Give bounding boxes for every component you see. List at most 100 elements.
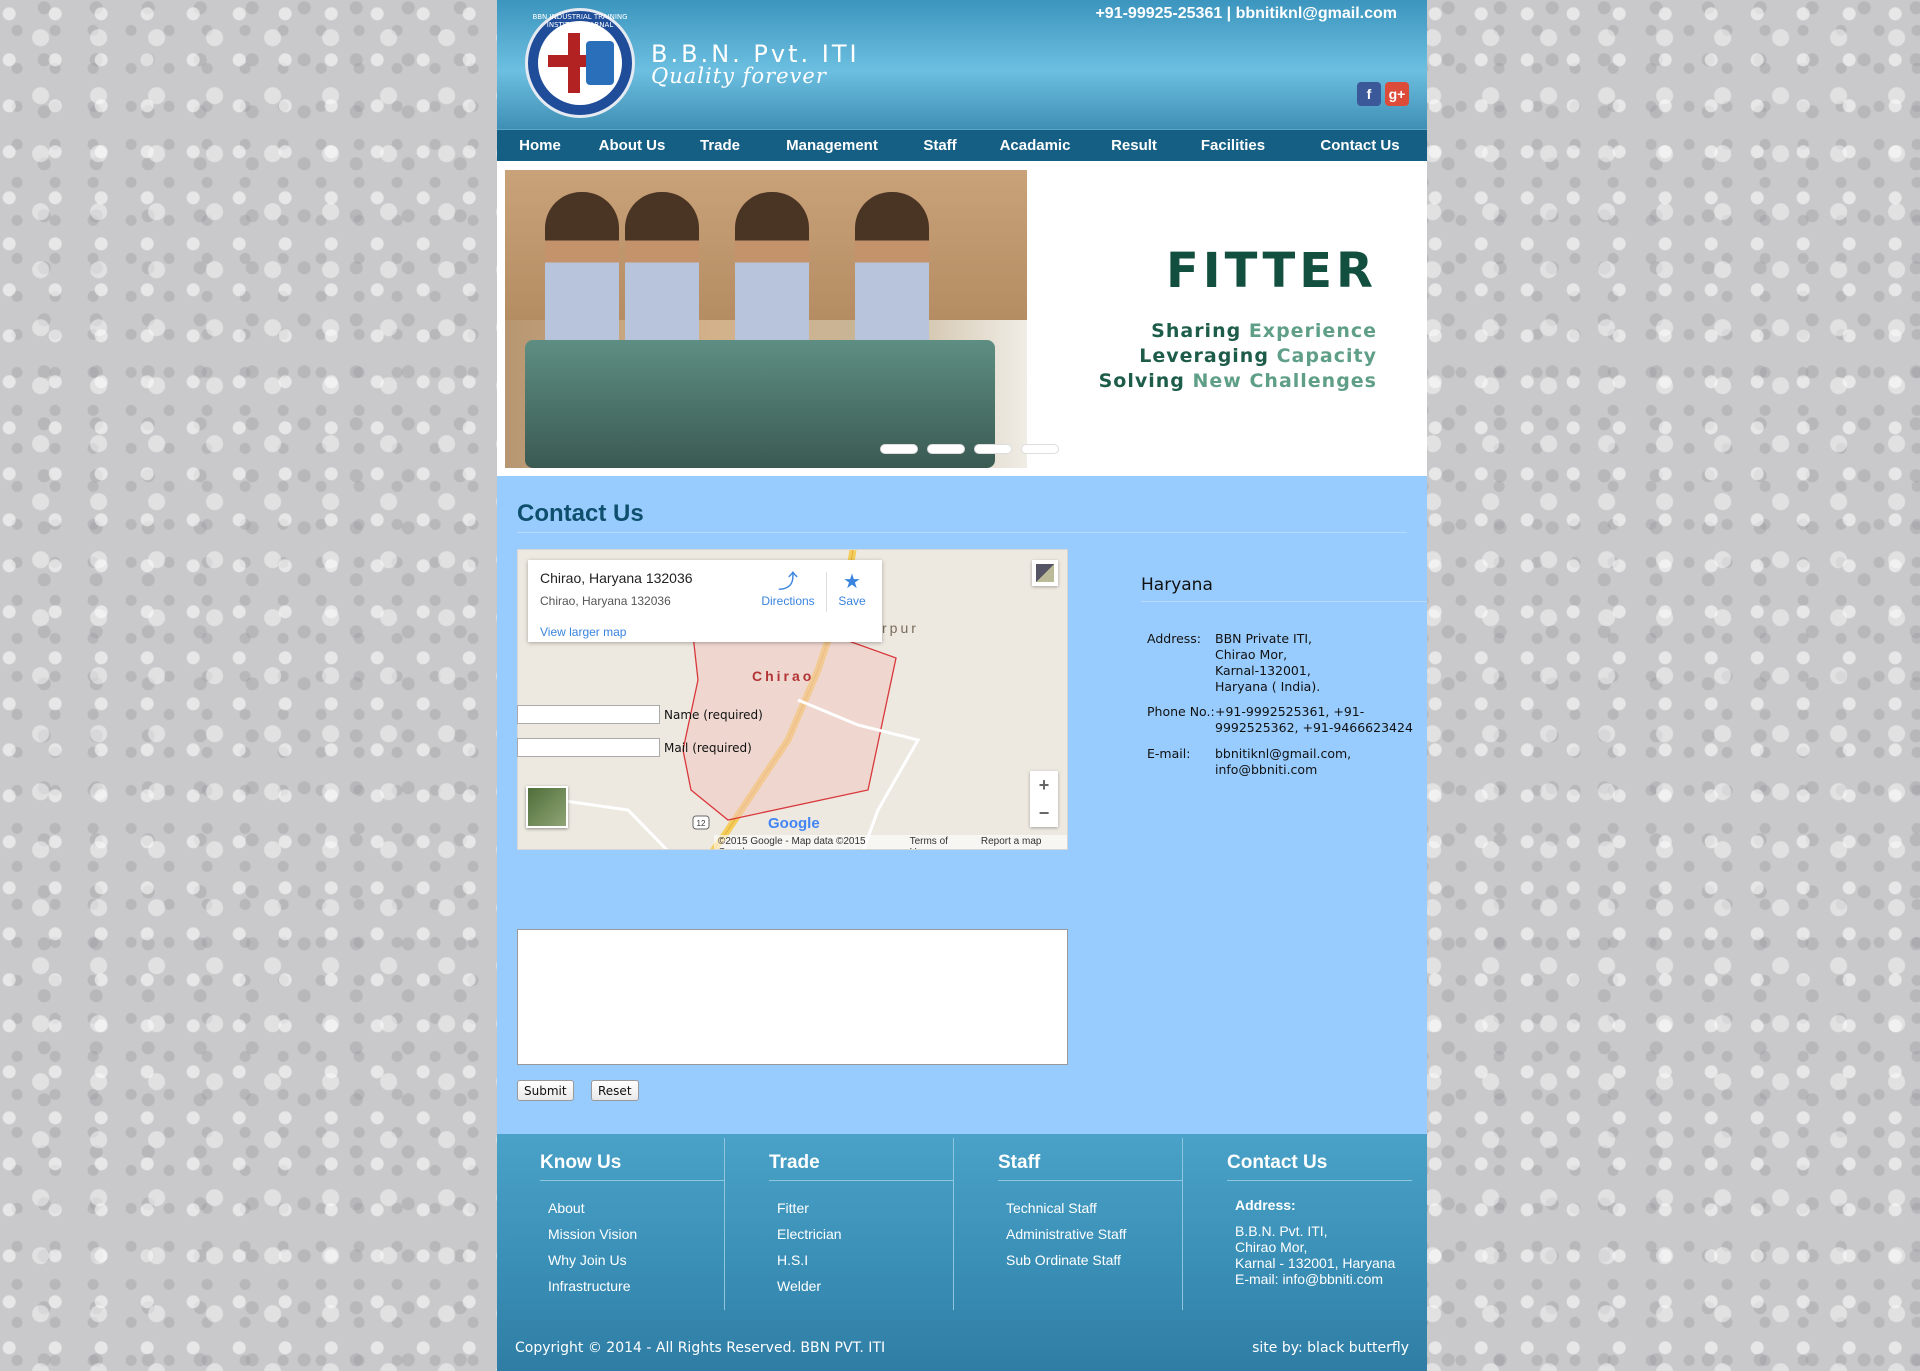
footer-heading: Trade (769, 1152, 954, 1181)
footer-link-infrastructure[interactable]: Infrastructure (548, 1273, 637, 1299)
slider-dot[interactable] (1021, 444, 1059, 454)
mail-input[interactable] (517, 738, 660, 757)
footer-links: About Mission Vision Why Join Us Infrast… (548, 1195, 637, 1299)
reset-button[interactable]: Reset (591, 1080, 639, 1101)
footer-heading: Contact Us (1227, 1152, 1412, 1181)
footer-address-label: Address: (1235, 1197, 1296, 1213)
google-logo: Google (768, 815, 820, 832)
address-row: Address: BBN Private ITI, Chirao Mor, Ka… (1147, 631, 1427, 695)
email-label: E-mail: (1147, 746, 1191, 761)
page-title: Contact Us (517, 500, 1407, 533)
phone-value: +91-9992525361, +91-9992525362, +91-9466… (1215, 704, 1413, 735)
map-place-title: Chirao, Haryana 132036 (540, 570, 693, 586)
footer-link-technical-staff[interactable]: Technical Staff (1006, 1195, 1126, 1221)
phone-row: Phone No.: +91-9992525361, +91-999252536… (1147, 704, 1427, 736)
footer-link-mission-vision[interactable]: Mission Vision (548, 1221, 637, 1247)
save-button[interactable]: ★ Save (830, 570, 874, 608)
directions-button[interactable]: ⤴ Directions (758, 570, 818, 608)
nav-contact-us[interactable]: Contact Us (1293, 130, 1427, 161)
nav-acadamic[interactable]: Acadamic (975, 130, 1095, 161)
view-larger-map-link[interactable]: View larger map (540, 625, 626, 639)
top-phone: +91-99925-25361 (1095, 5, 1223, 22)
nav-home[interactable]: Home (497, 130, 583, 161)
name-input[interactable] (517, 705, 660, 724)
footer-link-about[interactable]: About (548, 1195, 637, 1221)
directions-icon: ⤴ (778, 571, 798, 593)
page-wrapper: BBN INDUSTRIAL TRAINING INSTITUTE KARNAL… (497, 0, 1427, 1371)
terms-link[interactable]: Terms of Use (910, 836, 967, 849)
map-nearby-label: rpur (882, 620, 919, 636)
site-tagline: Quality forever (651, 64, 827, 88)
report-map-error-link[interactable]: Report a map error (981, 836, 1063, 849)
directions-label: Directions (761, 594, 815, 608)
slider-dot[interactable] (974, 444, 1012, 454)
email-value[interactable]: bbnitiknl@gmail.com, info@bbniti.com (1215, 746, 1427, 778)
slider-dot[interactable] (880, 444, 918, 454)
zoom-in-button[interactable]: + (1030, 771, 1058, 799)
star-icon: ★ (843, 571, 861, 593)
phone-label: Phone No.: (1147, 704, 1215, 719)
footer-link-fitter[interactable]: Fitter (777, 1195, 842, 1221)
address-value: BBN Private ITI, Chirao Mor, Karnal-1320… (1215, 631, 1321, 694)
slide-line: Solving New Challenges (1099, 369, 1377, 394)
footer-staff: Staff Technical Staff Administrative Sta… (955, 1138, 1183, 1310)
mail-label: Mail (required) (664, 740, 752, 755)
logo-seal[interactable]: BBN INDUSTRIAL TRAINING INSTITUTE KARNAL (525, 8, 635, 118)
nav-staff[interactable]: Staff (905, 130, 975, 161)
pegman-thumb (1036, 564, 1054, 582)
slide-line-light: Experience (1248, 320, 1377, 342)
nav-result[interactable]: Result (1095, 130, 1173, 161)
google-map[interactable]: 12 Chirao rpur Chirao, Haryana 132036 Ch… (517, 549, 1068, 850)
message-textarea[interactable] (517, 929, 1068, 1065)
copyright-text: Copyright © 2014 - All Rights Reserved. … (515, 1340, 886, 1356)
emblem-tool-icon (586, 41, 614, 85)
road-number: 12 (697, 819, 706, 828)
main-nav: Home About Us Trade Management Staff Aca… (497, 129, 1427, 161)
slide-line-light: New Challenges (1192, 370, 1377, 392)
footer-link-administrative-staff[interactable]: Administrative Staff (1006, 1221, 1126, 1247)
main-content: Contact Us 12 Chirao rpur Chirao, Haryan… (497, 476, 1427, 1134)
nav-trade[interactable]: Trade (681, 130, 759, 161)
footer-contact: Contact Us Address: B.B.N. Pvt. ITI, Chi… (1184, 1138, 1420, 1310)
address-label: Address: (1147, 631, 1201, 646)
slide-line: Sharing Experience (1099, 319, 1377, 344)
street-view-pegman-icon[interactable] (1032, 560, 1058, 586)
slider-dot[interactable] (927, 444, 965, 454)
nav-about-us[interactable]: About Us (583, 130, 681, 161)
slide-caption: FITTER Sharing Experience Leveraging Cap… (1099, 243, 1377, 394)
slide-line-bold: Solving (1098, 370, 1185, 392)
site-footer: Know Us About Mission Vision Why Join Us… (497, 1134, 1427, 1371)
slide-line: Leveraging Capacity (1099, 344, 1377, 369)
name-label: Name (required) (664, 707, 763, 722)
footer-heading: Staff (998, 1152, 1183, 1181)
location-heading: Haryana (1141, 575, 1427, 602)
footer-link-welder[interactable]: Welder (777, 1273, 842, 1299)
footer-link-why-join-us[interactable]: Why Join Us (548, 1247, 637, 1273)
nav-facilities[interactable]: Facilities (1173, 130, 1293, 161)
footer-link-sub-ordinate-staff[interactable]: Sub Ordinate Staff (1006, 1247, 1126, 1273)
zoom-out-button[interactable]: − (1030, 799, 1058, 827)
footer-link-hsi[interactable]: H.S.I (777, 1247, 842, 1273)
site-credit[interactable]: site by: black butterfly (1252, 1340, 1409, 1356)
satellite-toggle[interactable] (526, 786, 568, 828)
google-plus-icon[interactable]: g+ (1385, 82, 1409, 106)
slide-title: FITTER (1166, 243, 1377, 299)
submit-button[interactable]: Submit (517, 1080, 574, 1101)
site-header: BBN INDUSTRIAL TRAINING INSTITUTE KARNAL… (497, 0, 1427, 129)
footer-trade: Trade Fitter Electrician H.S.I Welder (726, 1138, 954, 1310)
card-divider (826, 572, 827, 612)
facebook-icon[interactable]: f (1357, 82, 1381, 106)
map-place-subtitle: Chirao, Haryana 132036 (540, 594, 671, 608)
slider-pagination (880, 444, 1059, 454)
name-row: Name (required) (517, 705, 763, 724)
nav-management[interactable]: Management (759, 130, 905, 161)
email-row: E-mail: bbnitiknl@gmail.com, info@bbniti… (1147, 746, 1427, 778)
footer-links: Fitter Electrician H.S.I Welder (777, 1195, 842, 1299)
logo-emblem (538, 21, 622, 105)
footer-link-electrician[interactable]: Electrician (777, 1221, 842, 1247)
footer-links: Technical Staff Administrative Staff Sub… (1006, 1195, 1126, 1273)
top-email[interactable]: bbnitiknl@gmail.com (1236, 5, 1397, 22)
map-attribution: ©2015 Google - Map data ©2015 Google (718, 836, 866, 849)
save-label: Save (838, 594, 866, 608)
map-info-card: Chirao, Haryana 132036 Chirao, Haryana 1… (528, 560, 882, 642)
